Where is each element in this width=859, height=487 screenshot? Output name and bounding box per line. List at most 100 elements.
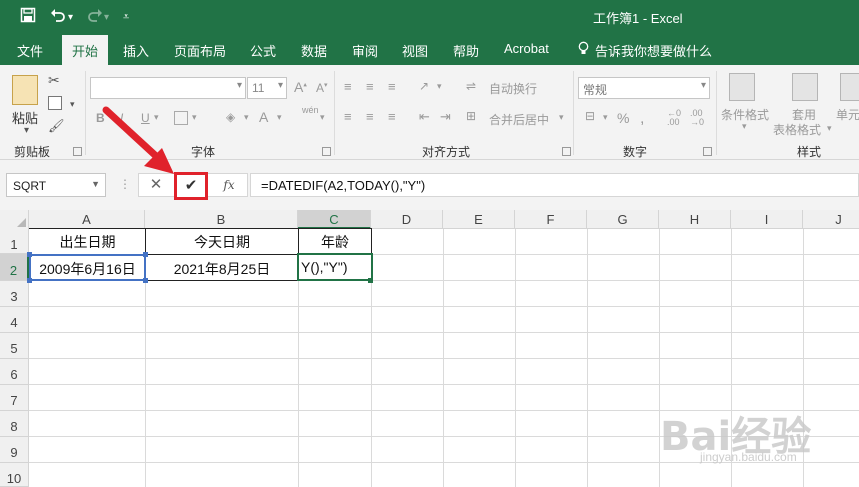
conditional-format-icon[interactable]	[729, 73, 755, 101]
column-header-j[interactable]: J	[803, 210, 859, 229]
format-painter-icon[interactable]: 🖌	[48, 119, 65, 133]
row-header-8[interactable]: 8	[0, 411, 29, 437]
fill-handle[interactable]	[368, 278, 373, 283]
column-header-e[interactable]: E	[443, 210, 515, 229]
cell-b1[interactable]: 今天日期	[146, 232, 298, 252]
decrease-font-icon[interactable]: A▾	[316, 81, 328, 95]
row-header-7[interactable]: 7	[0, 385, 29, 411]
insert-function-button[interactable]: fx	[219, 175, 239, 195]
column-header-f[interactable]: F	[515, 210, 587, 229]
formula-input[interactable]: =DATEDIF(A2,TODAY(),"Y")	[250, 173, 859, 197]
column-header-i[interactable]: I	[731, 210, 803, 229]
redo-icon[interactable]	[87, 7, 103, 28]
row-header-6[interactable]: 6	[0, 359, 29, 385]
font-color-dropdown-icon[interactable]: ▾	[277, 112, 282, 123]
phonetic-dropdown-icon[interactable]: ▾	[320, 112, 325, 123]
border-dropdown-icon[interactable]: ▾	[192, 112, 197, 123]
row-header-1[interactable]: 1	[0, 229, 29, 254]
enter-button[interactable]: ✔	[174, 172, 208, 200]
undo-dropdown-icon[interactable]: ▾	[68, 9, 73, 27]
paste-dropdown-icon[interactable]: ▾	[24, 124, 29, 138]
bottom-align-icon[interactable]: ≡	[388, 79, 396, 94]
currency-dropdown-icon[interactable]: ▾	[603, 112, 608, 123]
cell-c1[interactable]: 年龄	[299, 232, 371, 252]
tab-data[interactable]: 数据	[301, 41, 327, 60]
row-header-9[interactable]: 9	[0, 437, 29, 463]
align-center-icon[interactable]: ≡	[366, 109, 374, 124]
tab-formulas[interactable]: 公式	[250, 41, 276, 60]
number-launcher-icon[interactable]	[703, 147, 712, 156]
tab-help[interactable]: 帮助	[453, 41, 479, 60]
cell-styles-button[interactable]: 单元	[836, 106, 859, 123]
customize-icon[interactable]: ⩡	[123, 8, 129, 26]
font-name-combo[interactable]: ▾	[90, 77, 246, 99]
cell-a1[interactable]: 出生日期	[30, 232, 145, 252]
fill-dropdown-icon[interactable]: ▾	[244, 112, 249, 123]
percent-button[interactable]: %	[617, 110, 629, 126]
wrap-text-icon[interactable]: ⇌	[466, 79, 476, 93]
alignment-launcher-icon[interactable]	[562, 147, 571, 156]
font-color-icon[interactable]: A	[259, 109, 268, 125]
tell-me-icon[interactable]	[577, 41, 590, 58]
row-header-2[interactable]: 2	[0, 254, 29, 281]
fill-color-icon[interactable]: ◈	[226, 110, 235, 124]
orientation-icon[interactable]: ↗	[419, 79, 429, 93]
column-header-d[interactable]: D	[371, 210, 443, 229]
top-align-icon[interactable]: ≡	[344, 79, 352, 94]
undo-icon[interactable]	[50, 7, 66, 28]
clipboard-group-label: 剪贴板	[14, 145, 51, 159]
tab-file[interactable]: 文件	[17, 41, 43, 60]
wrap-text-button[interactable]: 自动换行	[489, 80, 537, 97]
increase-indent-icon[interactable]: ⇥	[440, 109, 451, 125]
table-format-dropdown-icon[interactable]: ▾	[827, 123, 832, 134]
decrease-indent-icon[interactable]: ⇤	[419, 109, 430, 125]
tab-view[interactable]: 视图	[402, 41, 428, 60]
table-format-icon[interactable]	[792, 73, 818, 101]
copy-dropdown-icon[interactable]: ▾	[70, 97, 75, 111]
column-header-h[interactable]: H	[659, 210, 731, 229]
tell-me-search[interactable]: 告诉我你想要做什么	[595, 41, 712, 60]
cut-icon[interactable]: ✂	[48, 73, 60, 87]
comma-style-icon[interactable]: ,	[640, 110, 644, 128]
copy-icon[interactable]	[48, 96, 62, 110]
tab-acrobat[interactable]: Acrobat	[504, 41, 549, 56]
name-box[interactable]: SQRT ▼	[6, 173, 106, 197]
increase-decimal-icon[interactable]: ←0.00	[667, 109, 681, 127]
column-header-c[interactable]: C	[298, 210, 371, 229]
align-right-icon[interactable]: ≡	[388, 109, 396, 124]
phonetic-icon[interactable]: wén	[302, 105, 319, 115]
select-all-corner[interactable]	[0, 210, 29, 229]
font-size-combo[interactable]: 11 ▾	[247, 77, 287, 99]
middle-align-icon[interactable]: ≡	[366, 79, 374, 94]
cancel-button[interactable]: ✕	[146, 174, 166, 196]
row-header-5[interactable]: 5	[0, 333, 29, 359]
save-icon[interactable]	[20, 7, 36, 28]
number-format-combo[interactable]: 常规 ▾	[578, 77, 710, 99]
paste-icon[interactable]	[12, 75, 38, 105]
row-header-4[interactable]: 4	[0, 307, 29, 333]
merge-dropdown-icon[interactable]: ▾	[559, 112, 564, 123]
cell-b2[interactable]: 2021年8月25日	[146, 259, 298, 279]
increase-font-icon[interactable]: A▴	[294, 79, 307, 95]
column-header-a[interactable]: A	[29, 210, 145, 229]
cell-styles-icon[interactable]	[840, 73, 859, 101]
merge-center-icon[interactable]: ⊞	[466, 109, 476, 123]
table-format-label-2[interactable]: 表格格式	[773, 121, 821, 138]
tab-page-layout[interactable]: 页面布局	[174, 41, 226, 60]
row-header-3[interactable]: 3	[0, 281, 29, 307]
decrease-decimal-icon[interactable]: .00 →0	[690, 109, 704, 127]
column-header-g[interactable]: G	[587, 210, 659, 229]
align-left-icon[interactable]: ≡	[344, 109, 352, 124]
currency-icon[interactable]: ⊟	[585, 109, 595, 123]
tab-review[interactable]: 审阅	[352, 41, 378, 60]
clipboard-launcher-icon[interactable]	[73, 147, 82, 156]
tab-insert[interactable]: 插入	[123, 41, 149, 60]
font-launcher-icon[interactable]	[322, 147, 331, 156]
orientation-dropdown-icon[interactable]: ▾	[437, 81, 442, 92]
conditional-format-dropdown-icon[interactable]: ▾	[742, 121, 747, 132]
tab-home[interactable]: 开始	[62, 35, 109, 65]
column-header-b[interactable]: B	[145, 210, 298, 229]
merge-center-button[interactable]: 合并后居中	[489, 111, 549, 128]
row-header-10[interactable]: 10	[0, 463, 29, 487]
redo-dropdown-icon[interactable]: ▾	[104, 9, 109, 27]
